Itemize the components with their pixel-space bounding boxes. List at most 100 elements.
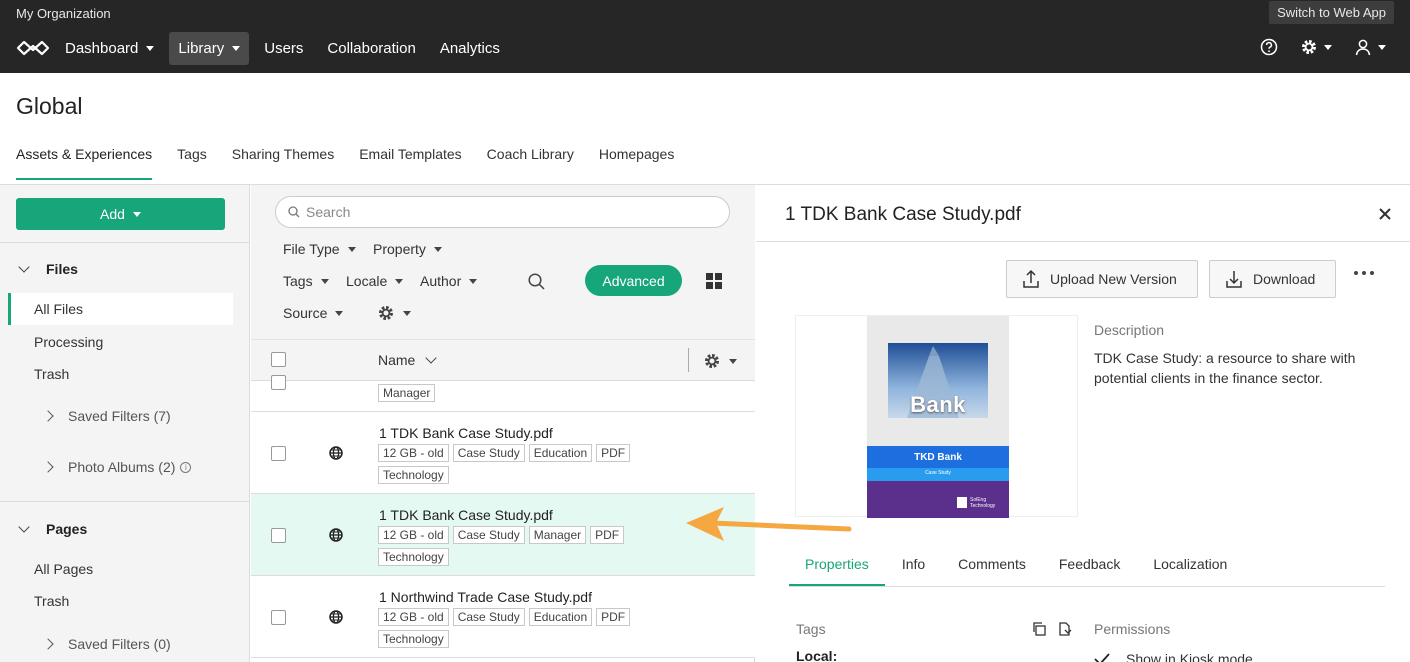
copy-icon[interactable] bbox=[1032, 622, 1046, 636]
paste-icon[interactable] bbox=[1058, 622, 1072, 636]
locale-filter[interactable]: Locale bbox=[346, 273, 404, 289]
tab-comments[interactable]: Comments bbox=[942, 556, 1042, 586]
tab-properties[interactable]: Properties bbox=[789, 556, 885, 586]
search-input[interactable] bbox=[306, 204, 706, 220]
sidebar-item-all-pages[interactable]: All Pages bbox=[8, 553, 233, 585]
tab-email-templates[interactable]: Email Templates bbox=[359, 146, 461, 180]
tab-feedback[interactable]: Feedback bbox=[1043, 556, 1136, 586]
tag: PDF bbox=[596, 608, 631, 626]
row-checkbox[interactable] bbox=[271, 528, 286, 543]
files-saved-filters[interactable]: Saved Filters (7) bbox=[42, 408, 171, 424]
files-section-toggle[interactable]: Files bbox=[16, 261, 78, 277]
sidebar-item-pages-trash[interactable]: Trash bbox=[8, 585, 233, 617]
row-title[interactable]: 1 TDK Bank Case Study.pdf bbox=[379, 507, 553, 523]
pages-section-toggle[interactable]: Pages bbox=[16, 521, 87, 537]
tags-filter[interactable]: Tags bbox=[283, 273, 329, 289]
sidebar-item-all-files[interactable]: All Files bbox=[8, 293, 233, 325]
row-checkbox[interactable] bbox=[271, 446, 286, 461]
table-row[interactable]: 1 Northwind Trade Case Study.pdf 12 GB -… bbox=[251, 576, 755, 658]
caret-down-icon bbox=[469, 278, 478, 284]
row-checkbox[interactable] bbox=[271, 375, 286, 390]
tag-list: Manager bbox=[378, 384, 658, 402]
caret-down-icon bbox=[232, 46, 241, 51]
name-column-header[interactable]: Name bbox=[378, 351, 438, 368]
gear-icon bbox=[1302, 40, 1316, 54]
chevron-down-icon bbox=[425, 351, 438, 364]
nav-collaboration[interactable]: Collaboration bbox=[318, 32, 424, 65]
nav-analytics[interactable]: Analytics bbox=[431, 32, 509, 65]
file-type-filter[interactable]: File Type bbox=[283, 241, 356, 257]
photo-albums[interactable]: Photo Albums (2) i bbox=[42, 459, 192, 475]
tab-coach-library[interactable]: Coach Library bbox=[487, 146, 574, 180]
source-label: Source bbox=[283, 305, 328, 321]
search-box[interactable] bbox=[275, 196, 730, 228]
more-options-icon[interactable] bbox=[1354, 271, 1374, 275]
pages-saved-filters-label: Saved Filters (0) bbox=[68, 636, 171, 652]
tab-localization[interactable]: Localization bbox=[1137, 556, 1243, 586]
top-bar: My Organization Switch to Web App Dashbo… bbox=[0, 0, 1410, 73]
tag: Technology bbox=[378, 548, 449, 566]
tag: 12 GB - old bbox=[378, 608, 449, 626]
list-header: Name bbox=[251, 339, 755, 381]
description-text: TDK Case Study: a resource to share with… bbox=[1094, 350, 1356, 386]
tab-assets-experiences[interactable]: Assets & Experiences bbox=[16, 146, 153, 180]
tab-tags[interactable]: Tags bbox=[177, 146, 207, 180]
tab-sharing-themes[interactable]: Sharing Themes bbox=[232, 146, 334, 180]
caret-down-icon bbox=[1378, 44, 1386, 50]
switch-to-web-app-button[interactable]: Switch to Web App bbox=[1269, 1, 1394, 24]
close-icon[interactable] bbox=[1377, 206, 1393, 222]
table-row[interactable]: 1 TDK Bank Case Study.pdf 12 GB - old Ca… bbox=[251, 412, 755, 494]
tag: Case Study bbox=[452, 608, 525, 626]
permission-kiosk-mode[interactable]: Show in Kiosk mode bbox=[1094, 651, 1253, 662]
author-filter[interactable]: Author bbox=[420, 273, 478, 289]
nav-users[interactable]: Users bbox=[255, 32, 312, 65]
chevron-right-icon bbox=[42, 638, 54, 650]
tab-info[interactable]: Info bbox=[886, 556, 941, 586]
detail-panel: 1 TDK Bank Case Study.pdf Upload New Ver… bbox=[756, 185, 1410, 662]
select-all-checkbox[interactable] bbox=[271, 352, 286, 367]
caret-down-icon bbox=[132, 211, 141, 217]
photo-albums-label: Photo Albums (2) bbox=[68, 459, 176, 475]
globe-icon bbox=[329, 446, 343, 460]
row-title[interactable]: 1 TDK Bank Case Study.pdf bbox=[379, 425, 553, 441]
advanced-button[interactable]: Advanced bbox=[585, 265, 682, 296]
tag: Education bbox=[528, 444, 593, 462]
main-nav: Dashboard Library Users Collaboration An… bbox=[56, 32, 515, 65]
user-menu[interactable] bbox=[1354, 38, 1386, 56]
grid-view-icon[interactable] bbox=[706, 273, 722, 289]
checkmark-icon bbox=[1094, 653, 1110, 662]
download-button[interactable]: Download bbox=[1209, 260, 1336, 298]
table-row[interactable]: Manager bbox=[251, 375, 755, 412]
row-checkbox[interactable] bbox=[271, 610, 286, 625]
sidebar-item-processing[interactable]: Processing bbox=[8, 326, 233, 358]
pages-saved-filters[interactable]: Saved Filters (0) bbox=[42, 636, 171, 652]
asset-preview[interactable]: Bank TKD Bank Case Study SolEng Technolo… bbox=[795, 315, 1078, 518]
files-section-label: Files bbox=[46, 261, 78, 277]
property-filter[interactable]: Property bbox=[373, 241, 442, 257]
annotation-arrow-icon bbox=[686, 507, 852, 541]
tag: Manager bbox=[528, 526, 587, 544]
permission-kiosk-label: Show in Kiosk mode bbox=[1126, 651, 1253, 662]
nav-library[interactable]: Library bbox=[169, 32, 250, 65]
source-filter[interactable]: Source bbox=[283, 305, 344, 321]
search-icon[interactable] bbox=[528, 273, 545, 290]
column-settings-menu[interactable] bbox=[703, 352, 737, 370]
upload-new-version-button[interactable]: Upload New Version bbox=[1006, 260, 1198, 298]
info-icon[interactable]: i bbox=[180, 461, 192, 473]
tag-list: 12 GB - old Case Study Education PDF Tec… bbox=[378, 444, 658, 484]
settings-menu[interactable] bbox=[1300, 38, 1332, 56]
sidebar-item-trash[interactable]: Trash bbox=[8, 358, 233, 390]
table-row-selected[interactable]: 1 TDK Bank Case Study.pdf 12 GB - old Ca… bbox=[251, 494, 755, 576]
filter-settings-menu[interactable] bbox=[377, 304, 411, 322]
help-button[interactable] bbox=[1260, 38, 1278, 56]
nav-dashboard[interactable]: Dashboard bbox=[56, 32, 163, 65]
sidebar-divider bbox=[0, 501, 249, 502]
caret-down-icon bbox=[729, 358, 737, 364]
app-logo-icon[interactable] bbox=[16, 38, 50, 58]
row-title[interactable]: 1 Northwind Trade Case Study.pdf bbox=[379, 589, 592, 605]
add-button[interactable]: Add bbox=[16, 198, 225, 230]
cover-subtitle: Case Study bbox=[925, 470, 951, 476]
caret-down-icon bbox=[395, 278, 404, 284]
detail-tabs: Properties Info Comments Feedback Locali… bbox=[789, 556, 1385, 587]
tab-homepages[interactable]: Homepages bbox=[599, 146, 675, 180]
